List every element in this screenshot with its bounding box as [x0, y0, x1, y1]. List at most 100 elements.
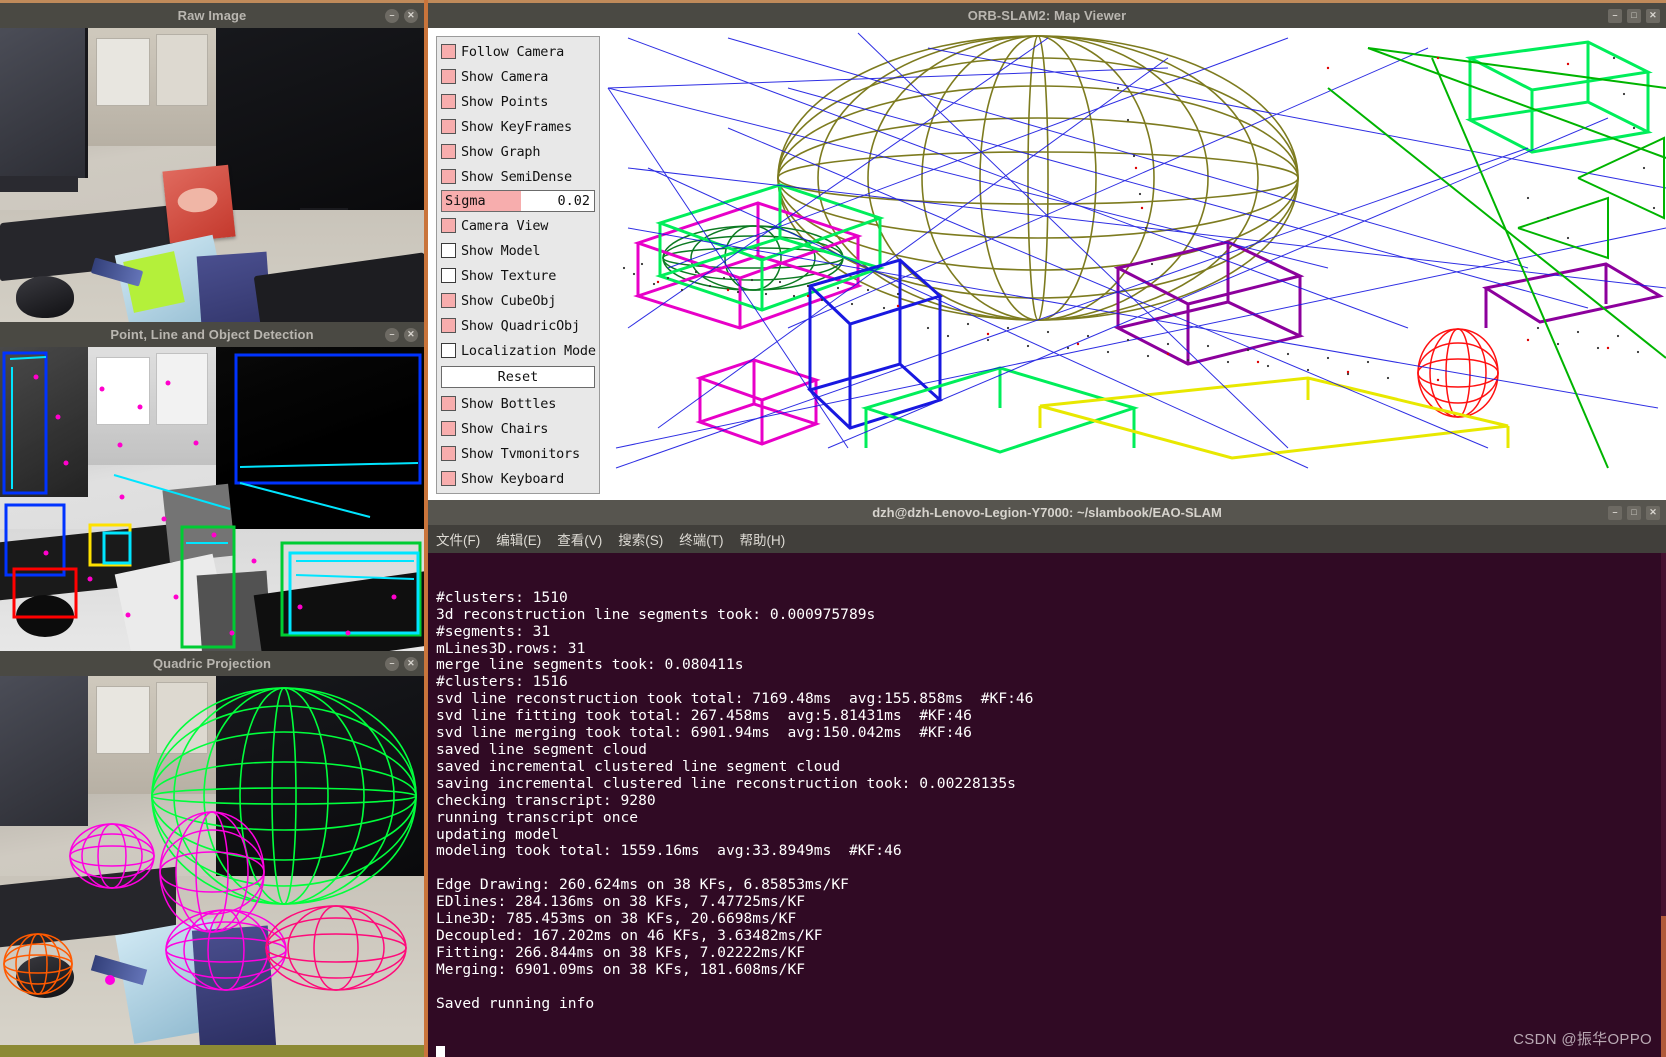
- checkbox-row-show-points[interactable]: Show Points: [437, 89, 599, 114]
- checkbox-show-semidense[interactable]: [441, 169, 456, 184]
- menu-file[interactable]: 文件(F): [436, 529, 480, 549]
- map-viewer-title: ORB-SLAM2: Map Viewer: [967, 8, 1127, 23]
- detection-titlebar[interactable]: Point, Line and Object Detection – ✕: [0, 322, 424, 347]
- checkbox-row-show-tvmonitors[interactable]: Show Tvmonitors: [437, 441, 599, 466]
- sigma-slider-label: Sigma: [445, 193, 486, 209]
- checkbox-row-show-keyboard[interactable]: Show Keyboard: [437, 466, 599, 491]
- terminal-scrollbar[interactable]: [1661, 553, 1666, 1057]
- maximize-icon[interactable]: □: [1627, 8, 1641, 23]
- reset-button[interactable]: Reset: [441, 366, 595, 388]
- menu-help[interactable]: 帮助(H): [740, 529, 786, 549]
- map-3d-scene: [607, 32, 1666, 469]
- checkbox-row-show-semidense[interactable]: Show SemiDense: [437, 164, 599, 189]
- checkbox-camera-view[interactable]: [441, 218, 456, 233]
- magenta-cuboid-1: [633, 201, 863, 330]
- checkbox-row-show-model[interactable]: Show Model: [437, 238, 599, 263]
- map-viewer-window-buttons: – □ ✕: [1608, 3, 1660, 28]
- checkbox-row-show-camera[interactable]: Show Camera: [437, 64, 599, 89]
- close-icon[interactable]: ✕: [1646, 8, 1660, 23]
- close-icon[interactable]: ✕: [404, 656, 418, 671]
- checkbox-show-tvmonitors[interactable]: [441, 446, 456, 461]
- checkbox-show-model[interactable]: [441, 243, 456, 258]
- checkbox-row-show-cubeobj[interactable]: Show CubeObj: [437, 288, 599, 313]
- checkbox-show-quadricobj[interactable]: [441, 318, 456, 333]
- checkbox-row-show-graph[interactable]: Show Graph: [437, 139, 599, 164]
- map-viewer-window: ORB-SLAM2: Map Viewer – □ ✕ Follow Camer…: [428, 3, 1666, 500]
- orange-ellipsoid: [3, 933, 73, 995]
- close-icon[interactable]: ✕: [404, 327, 418, 342]
- menu-terminal[interactable]: 终端(T): [679, 529, 723, 549]
- terminal-line: Fitting: 266.844ms on 38 KFs, 7.02222ms/…: [436, 943, 806, 961]
- checkbox-row-show-bottles[interactable]: Show Bottles: [437, 391, 599, 416]
- bottom-edge-strip: [0, 1045, 424, 1057]
- label-show-texture: Show Texture: [461, 267, 557, 284]
- terminal-titlebar[interactable]: dzh@dzh-Lenovo-Legion-Y7000: ~/slambook/…: [428, 500, 1666, 525]
- close-icon[interactable]: ✕: [404, 8, 418, 23]
- checkbox-show-keyboard[interactable]: [441, 471, 456, 486]
- minimize-icon[interactable]: –: [1608, 505, 1622, 520]
- monitor-left-stand: [0, 176, 78, 192]
- maximize-icon[interactable]: □: [1627, 505, 1641, 520]
- checkbox-row-localization-mode[interactable]: Localization Mode: [437, 338, 599, 363]
- terminal-line: #clusters: 1510: [436, 588, 568, 606]
- terminal-window: dzh@dzh-Lenovo-Legion-Y7000: ~/slambook/…: [428, 500, 1666, 1057]
- checkbox-show-chairs[interactable]: [441, 421, 456, 436]
- panel-checkbox-group-3: Show Bottles Show Chairs Show Tvmonitors: [437, 391, 599, 491]
- label-localization-mode: Localization Mode: [461, 342, 596, 359]
- checkbox-row-camera-view[interactable]: Camera View: [437, 213, 599, 238]
- checkbox-show-keyframes[interactable]: [441, 119, 456, 134]
- watermark-text: CSDN @振华OPPO: [1513, 1031, 1652, 1049]
- checkbox-show-texture[interactable]: [441, 268, 456, 283]
- sigma-slider[interactable]: Sigma 0.02: [441, 190, 595, 212]
- checkbox-localization-mode[interactable]: [441, 343, 456, 358]
- checkbox-show-bottles[interactable]: [441, 396, 456, 411]
- checkbox-show-points[interactable]: [441, 94, 456, 109]
- checkbox-row-follow-camera[interactable]: Follow Camera: [437, 39, 599, 64]
- monitor-left: [0, 28, 88, 178]
- green-cuboid-3: [1465, 40, 1653, 154]
- map-canvas[interactable]: Follow Camera Show Camera Show Points Sh…: [428, 28, 1666, 500]
- terminal-line: EDlines: 284.136ms on 38 KFs, 7.47725ms/…: [436, 893, 806, 911]
- minimize-icon[interactable]: –: [1608, 8, 1622, 23]
- raw-image-titlebar[interactable]: Raw Image – ✕: [0, 3, 424, 28]
- pink-ellipsoid: [265, 905, 407, 991]
- label-show-model: Show Model: [461, 242, 541, 259]
- minimize-icon[interactable]: –: [385, 656, 399, 671]
- quadric-titlebar[interactable]: Quadric Projection – ✕: [0, 651, 424, 676]
- menu-edit[interactable]: 编辑(E): [496, 529, 541, 549]
- minimize-icon[interactable]: –: [385, 327, 399, 342]
- monitor-right: [216, 28, 424, 210]
- terminal-scrollbar-thumb[interactable]: [1661, 915, 1666, 1057]
- terminal-line: merge line segments took: 0.080411s: [436, 656, 744, 674]
- pangolin-control-panel[interactable]: Follow Camera Show Camera Show Points Sh…: [436, 36, 600, 494]
- terminal-line: Decoupled: 167.202ms on 46 KFs, 3.63482m…: [436, 926, 823, 944]
- label-follow-camera: Follow Camera: [461, 43, 565, 60]
- checkbox-show-camera[interactable]: [441, 69, 456, 84]
- checkbox-row-show-chairs[interactable]: Show Chairs: [437, 416, 599, 441]
- label-show-cubeobj: Show CubeObj: [461, 292, 557, 309]
- label-show-semidense: Show SemiDense: [461, 168, 572, 185]
- checkbox-row-show-quadricobj[interactable]: Show QuadricObj: [437, 313, 599, 338]
- checkbox-show-cubeobj[interactable]: [441, 293, 456, 308]
- map-viewer-titlebar[interactable]: ORB-SLAM2: Map Viewer – □ ✕: [428, 3, 1666, 28]
- label-show-bottles: Show Bottles: [461, 395, 557, 412]
- label-show-chairs: Show Chairs: [461, 420, 549, 437]
- terminal-output[interactable]: #clusters: 1510 3d reconstruction line se…: [428, 553, 1666, 1057]
- quadric-projection-window: Quadric Projection – ✕: [0, 651, 424, 1057]
- menu-search[interactable]: 搜索(S): [618, 529, 663, 549]
- menu-view[interactable]: 查看(V): [557, 529, 602, 549]
- close-icon[interactable]: ✕: [1646, 505, 1660, 520]
- checkbox-row-show-keyframes[interactable]: Show KeyFrames: [437, 114, 599, 139]
- terminal-title: dzh@dzh-Lenovo-Legion-Y7000: ~/slambook/…: [872, 505, 1222, 520]
- checkbox-follow-camera[interactable]: [441, 44, 456, 59]
- detection-window: Point, Line and Object Detection – ✕: [0, 322, 424, 652]
- terminal-line: checking transcript: 9280: [436, 791, 656, 809]
- detection-overlay: [2, 351, 422, 649]
- magenta-ellipsoid-3: [165, 909, 287, 991]
- checkbox-show-graph[interactable]: [441, 144, 456, 159]
- map-viewer-viewport[interactable]: Follow Camera Show Camera Show Points Sh…: [428, 28, 1666, 500]
- checkbox-row-show-texture[interactable]: Show Texture: [437, 263, 599, 288]
- minimize-icon[interactable]: –: [385, 8, 399, 23]
- poster-2: [156, 34, 208, 106]
